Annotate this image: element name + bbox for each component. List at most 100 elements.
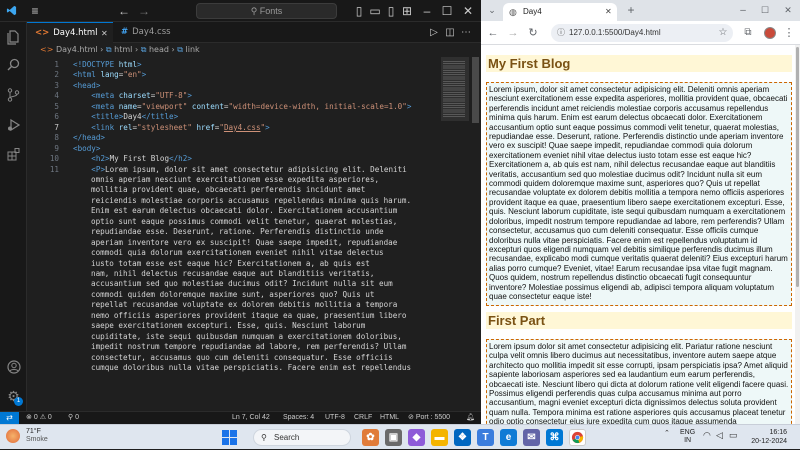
editor-scrollbar[interactable] (470, 57, 480, 411)
battery-icon[interactable]: ▭ (729, 430, 738, 441)
code-line[interactable]: <h2>My First Blog</h2> (73, 154, 192, 163)
weather-widget[interactable]: 71°F Smoke (26, 428, 48, 444)
code-line[interactable]: <body> (73, 144, 100, 153)
code-line-wrapped[interactable]: commodi quia dolorum exercitationem even… (91, 248, 435, 257)
page-scrollbar[interactable] (795, 45, 800, 424)
forward-arrow-icon[interactable]: → (138, 0, 150, 22)
code-line-wrapped[interactable]: optio sunt eaque possimus commodi velit … (91, 217, 435, 226)
encoding[interactable]: UTF-8 (325, 412, 345, 424)
remote-icon[interactable]: ⇄ (0, 412, 19, 424)
chrome-taskbar-icon[interactable] (569, 429, 586, 446)
breadcrumb-item[interactable]: link (186, 45, 200, 54)
command-center-search[interactable]: ⚲ Fonts (196, 3, 337, 19)
maximize-icon[interactable]: ☐ (756, 0, 774, 21)
code-line[interactable]: <head> (73, 81, 100, 90)
extensions-icon[interactable] (0, 144, 27, 168)
code-line-wrapped[interactable]: accusantium sed quo molestiae ducimus od… (91, 279, 435, 288)
code-line-wrapped[interactable]: aperiam inventore vero ex suscipit! Quae… (91, 238, 435, 247)
code-line-wrapped[interactable]: omnis aperiam nesciunt exercitationem es… (91, 175, 435, 184)
forward-arrow-icon[interactable]: → (505, 21, 521, 45)
code-line-wrapped[interactable]: repudiandae esse. Deserunt, ratione. Per… (91, 227, 435, 236)
code-line-wrapped[interactable]: consectetur, accusamus quo cum deleniti … (91, 353, 435, 362)
widget-app-icon[interactable]: ✿ (362, 429, 379, 446)
code-editor[interactable]: 1 <!DOCTYPE html> 2 <html lang="en"> 3 <head>… (27, 57, 437, 411)
new-tab-icon[interactable]: + (624, 0, 638, 21)
code-line-wrapped[interactable]: nam, nihil delectus recusandae eaque aut… (91, 269, 435, 278)
manage-gear-icon[interactable]: ⚙ 1 (0, 384, 27, 408)
code-line-wrapped[interactable]: cupiditate, iste sequi quibusdam numquam… (91, 332, 435, 341)
language-indicator[interactable]: ENG IN (680, 429, 695, 445)
tray-chevron-icon[interactable]: ⌃ (664, 429, 670, 437)
breadcrumb-item[interactable]: Day4.html (56, 45, 98, 54)
breadcrumb-item[interactable]: head (149, 45, 169, 54)
accounts-icon[interactable] (0, 356, 27, 380)
code-line[interactable]: <html lang="en"> (73, 70, 146, 79)
reload-icon[interactable]: ↻ (525, 21, 541, 45)
vscode-taskbar-icon[interactable]: ⌘ (546, 429, 563, 446)
windows-start-icon[interactable] (222, 430, 237, 445)
extensions-puzzle-icon[interactable]: ⧉ (741, 21, 755, 45)
minimize-icon[interactable]: – (418, 0, 436, 22)
back-arrow-icon[interactable]: ← (118, 0, 130, 22)
code-line[interactable]: </head> (73, 133, 105, 142)
minimap[interactable] (441, 57, 469, 411)
code-line[interactable]: <meta charset="UTF-8"> (73, 91, 192, 100)
minimize-icon[interactable]: – (734, 0, 752, 21)
source-control-icon[interactable] (0, 84, 27, 108)
maximize-icon[interactable]: ☐ (438, 0, 456, 22)
code-line-wrapped[interactable]: impedit nostrum tempore repudiandae ad l… (91, 342, 435, 351)
toggle-panel-icon[interactable]: ▭ (368, 0, 382, 22)
back-arrow-icon[interactable]: ← (485, 21, 501, 45)
problems-indicator[interactable]: ⊗ 0 ⚠ 0 (26, 412, 52, 424)
chrome-menu-icon[interactable]: ⋮ (783, 21, 795, 45)
line-ending[interactable]: CRLF (354, 412, 372, 424)
code-line-wrapped[interactable]: iusto totam esse est eaque hic? Exercita… (91, 259, 435, 268)
task-view-icon[interactable]: ▣ (385, 429, 402, 446)
live-server-port[interactable]: ⊘ Port : 5500 (408, 412, 450, 424)
menu-icon[interactable]: ≡ (28, 0, 42, 22)
volume-icon[interactable]: ◁ (716, 430, 723, 441)
code-line-wrapped[interactable]: Enim est earum delectus obcaecati dolor.… (91, 206, 435, 215)
code-line[interactable]: <!DOCTYPE html> (73, 60, 142, 69)
code-line-wrapped[interactable]: nemo officiis asperiores provident itaqu… (91, 311, 435, 320)
close-window-icon[interactable]: ✕ (779, 0, 797, 21)
file-explorer-icon[interactable]: ▬ (431, 429, 448, 446)
search-icon[interactable] (0, 54, 27, 78)
tab-search-icon[interactable]: ⌄ (484, 0, 500, 21)
toggle-primary-sidebar-icon[interactable]: ▯ (352, 0, 366, 22)
teams-icon[interactable]: T (477, 429, 494, 446)
dropbox-icon[interactable]: ❖ (454, 429, 471, 446)
tab-day4-css[interactable]: # Day4.css (113, 22, 191, 43)
split-editor-icon[interactable]: ◫ (444, 22, 456, 43)
close-icon[interactable]: ✕ (459, 0, 477, 22)
code-line[interactable]: <P>Lorem ipsum, dolor sit amet consectet… (73, 165, 406, 174)
code-line-wrapped[interactable]: cumque doloribus nulla vitae perspiciati… (91, 363, 435, 372)
clock[interactable]: 16:16 20-12-2024 (745, 428, 787, 446)
weather-icon[interactable] (6, 429, 20, 443)
code-line-wrapped[interactable]: commodi quidem doloremque maxime sunt, a… (91, 290, 435, 299)
code-line-wrapped[interactable]: reiciendis molestiae corporis accusamus … (91, 196, 435, 205)
tab-day4-html[interactable]: <> Day4.html ✕ (27, 22, 113, 43)
indentation[interactable]: Spaces: 4 (283, 412, 314, 424)
language-mode[interactable]: HTML (380, 412, 399, 424)
toggle-secondary-sidebar-icon[interactable]: ▯ (384, 0, 398, 22)
ports-indicator[interactable]: ⚲ 0 (68, 412, 79, 424)
edge-icon[interactable]: e (500, 429, 517, 446)
breadcrumb-item[interactable]: html (114, 45, 132, 54)
close-tab-icon[interactable]: ✕ (605, 3, 612, 21)
chat-icon[interactable]: ✉ (523, 429, 540, 446)
browser-tab-day4[interactable]: ◍ Day4 ✕ (503, 3, 617, 21)
close-tab-icon[interactable]: ✕ (101, 23, 108, 44)
more-actions-icon[interactable]: ⋯ (460, 22, 472, 43)
code-line-wrapped[interactable]: repellat recusandae voluptate ex dolorem… (91, 300, 435, 309)
bell-icon[interactable]: 🔔︎ (466, 412, 475, 424)
code-line-wrapped[interactable]: saepe exercitationem excepturi. Esse, qu… (91, 321, 435, 330)
wifi-icon[interactable]: ◠ (703, 430, 711, 441)
customize-layout-icon[interactable]: ⊞ (400, 0, 414, 22)
explorer-icon[interactable] (0, 26, 27, 50)
code-line[interactable]: <link rel="stylesheet" href="Day4.css"> (73, 123, 269, 132)
profile-avatar[interactable] (764, 27, 776, 39)
run-debug-icon[interactable] (0, 114, 27, 138)
code-line[interactable]: <title>Day4</title> (73, 112, 178, 121)
address-bar[interactable]: ⓘ 127.0.0.1:5500/Day4.html (551, 24, 733, 42)
